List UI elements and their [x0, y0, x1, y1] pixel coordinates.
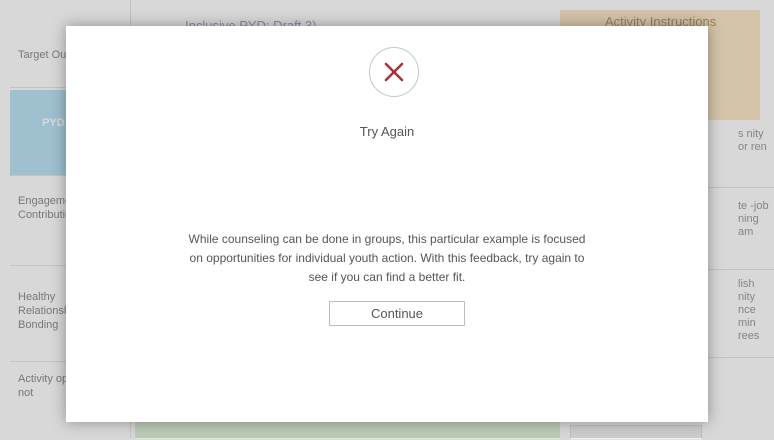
status-badge — [369, 47, 419, 97]
modal-title: Try Again — [359, 124, 415, 139]
close-x-icon — [384, 62, 404, 82]
feedback-message: While counseling can be done in groups, … — [188, 232, 586, 284]
continue-button[interactable]: Continue — [329, 301, 465, 326]
feedback-modal: Try Again While counseling can be done i… — [66, 26, 708, 422]
